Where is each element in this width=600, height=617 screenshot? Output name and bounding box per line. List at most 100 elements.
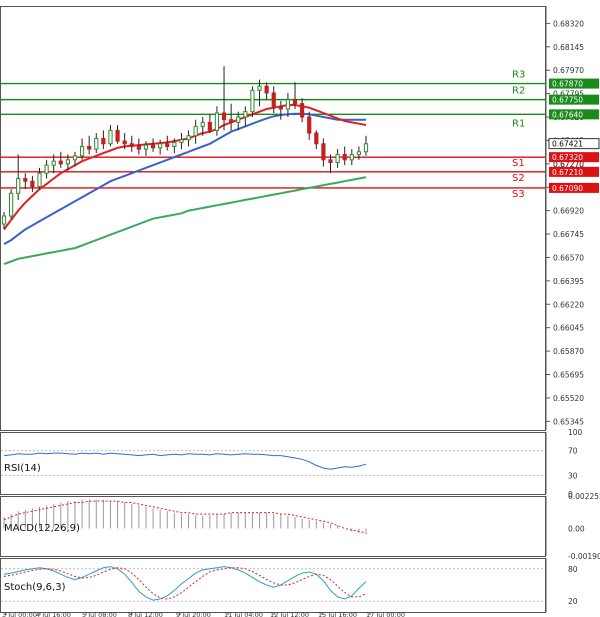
candle-body — [172, 141, 177, 147]
candle-body — [285, 99, 291, 110]
candle-body — [221, 112, 227, 121]
candle-body — [243, 111, 248, 118]
candle-body — [94, 137, 99, 150]
rsi-tick-label: 70 — [568, 447, 578, 456]
candle-body — [257, 85, 262, 91]
x-tick-label: 5 Jul 08:00 — [82, 611, 117, 617]
candle-body — [229, 119, 234, 123]
price-frame — [0, 6, 546, 431]
chart-canvas: 0.683200.681450.679700.677950.676200.674… — [0, 6, 600, 617]
x-tick-label: 17 Jul 00:00 — [366, 611, 405, 617]
candle-body — [207, 121, 212, 131]
candle-body — [8, 192, 14, 217]
candle-body — [349, 153, 354, 161]
candle-body — [264, 85, 269, 94]
price-tick-label: 0.65345 — [553, 417, 584, 426]
price-tick-label: 0.66745 — [553, 230, 584, 239]
level-name-r2: R2 — [512, 86, 525, 97]
candle-body — [193, 125, 198, 137]
candle-body — [37, 172, 42, 188]
level-price-label-r2: 0.67750 — [552, 96, 583, 105]
candle-body — [200, 121, 205, 127]
candle-body — [16, 178, 21, 194]
candle-body — [165, 143, 170, 147]
candle-body — [115, 129, 120, 142]
candle-body — [342, 153, 347, 161]
level-price-label-s3: 0.67090 — [552, 184, 583, 193]
candle-body — [271, 92, 276, 107]
candle-body — [179, 139, 184, 143]
candle-body — [72, 155, 78, 161]
candle-body — [51, 160, 56, 166]
candle-body — [278, 105, 283, 110]
price-tick-label: 0.67970 — [553, 66, 584, 75]
candle-body — [122, 140, 127, 145]
price-tick-label: 0.66920 — [553, 207, 584, 216]
x-axis: 3 Jul 00:00 4 Jul 16:00 5 Jul 08:00 8 Jul 1… — [2, 611, 405, 617]
level-price-label-s2: 0.67210 — [552, 168, 583, 177]
ma-slow-line — [3, 176, 367, 266]
level-name-s2: S2 — [512, 173, 525, 184]
candle-body — [292, 99, 298, 105]
current-price-label: 0.67421 — [552, 140, 583, 149]
stoch-label: Stoch(9,6,3) — [4, 582, 66, 593]
rsi-line — [3, 452, 367, 470]
candle-body — [101, 137, 106, 145]
candle-body — [65, 159, 70, 165]
level-name-r1: R1 — [512, 118, 525, 129]
level-name-s1: S1 — [512, 158, 525, 169]
candle-body — [214, 112, 220, 131]
rsi-frame — [0, 432, 546, 495]
stoch-tick-label: 80 — [568, 565, 578, 574]
macd-tick-label: 0.002253 — [568, 492, 600, 501]
price-tick-label: 0.66220 — [553, 300, 584, 309]
candle-body — [300, 103, 305, 118]
candle-body — [363, 143, 369, 153]
level-price-label-r1: 0.67640 — [552, 110, 583, 119]
x-tick-label: 15 Jul 16:00 — [318, 611, 357, 617]
candle-body — [87, 145, 92, 150]
candle-body — [44, 164, 49, 174]
price-tick-label: 0.65695 — [553, 370, 584, 379]
candle-body — [136, 145, 141, 150]
candle-body — [143, 144, 149, 150]
x-tick-label: 3 Jul 00:00 — [2, 611, 37, 617]
stoch-panel: 80 20 Stoch(9,6,3) — [0, 558, 578, 613]
candle-body — [1, 215, 7, 225]
price-tick-label: 0.66570 — [553, 253, 584, 262]
candle-body — [58, 160, 63, 165]
level-name-s3: S3 — [512, 189, 525, 200]
price-tick-label: 0.66395 — [553, 277, 584, 286]
macd-panel: 0.002253 0.00 -0.001907 MACD(12,26,9) — [0, 492, 600, 561]
price-panel: 0.683200.681450.679700.677950.676200.674… — [0, 6, 600, 431]
rsi-panel: 10070300RSI(14) — [0, 428, 583, 499]
rsi-tick-label: 100 — [568, 428, 583, 437]
candle-body — [314, 132, 319, 145]
price-tick-label: 0.68145 — [553, 43, 584, 52]
candle-body — [307, 116, 312, 134]
x-tick-label: 12 Jul 12:00 — [270, 611, 309, 617]
level-name-r3: R3 — [512, 70, 525, 81]
ma-medium-line — [3, 112, 366, 245]
rsi-label: RSI(14) — [4, 463, 41, 474]
stoch-tick-label: 20 — [568, 597, 578, 606]
candle-body — [335, 153, 340, 163]
price-tick-label: 0.68320 — [553, 19, 584, 28]
x-tick-label: 4 Jul 16:00 — [36, 611, 71, 617]
candle-body — [186, 135, 191, 141]
candle-body — [158, 143, 163, 149]
level-price-label-r3: 0.67870 — [552, 80, 583, 89]
price-tick-label: 0.65520 — [553, 394, 584, 403]
price-tick-label: 0.65870 — [553, 347, 584, 356]
candle-body — [328, 159, 333, 163]
rsi-tick-label: 30 — [568, 471, 578, 480]
x-tick-label: 9 Jul 20:00 — [176, 611, 211, 617]
candle-body — [250, 89, 255, 113]
candle-body — [23, 178, 28, 182]
candle-body — [79, 145, 85, 157]
stoch-frame — [0, 558, 546, 613]
macd-tick-label: 0.00 — [568, 525, 585, 534]
candle-body — [108, 129, 113, 145]
macd-label: MACD(12,26,9) — [4, 523, 80, 534]
price-tick-label: 0.66045 — [553, 324, 584, 333]
